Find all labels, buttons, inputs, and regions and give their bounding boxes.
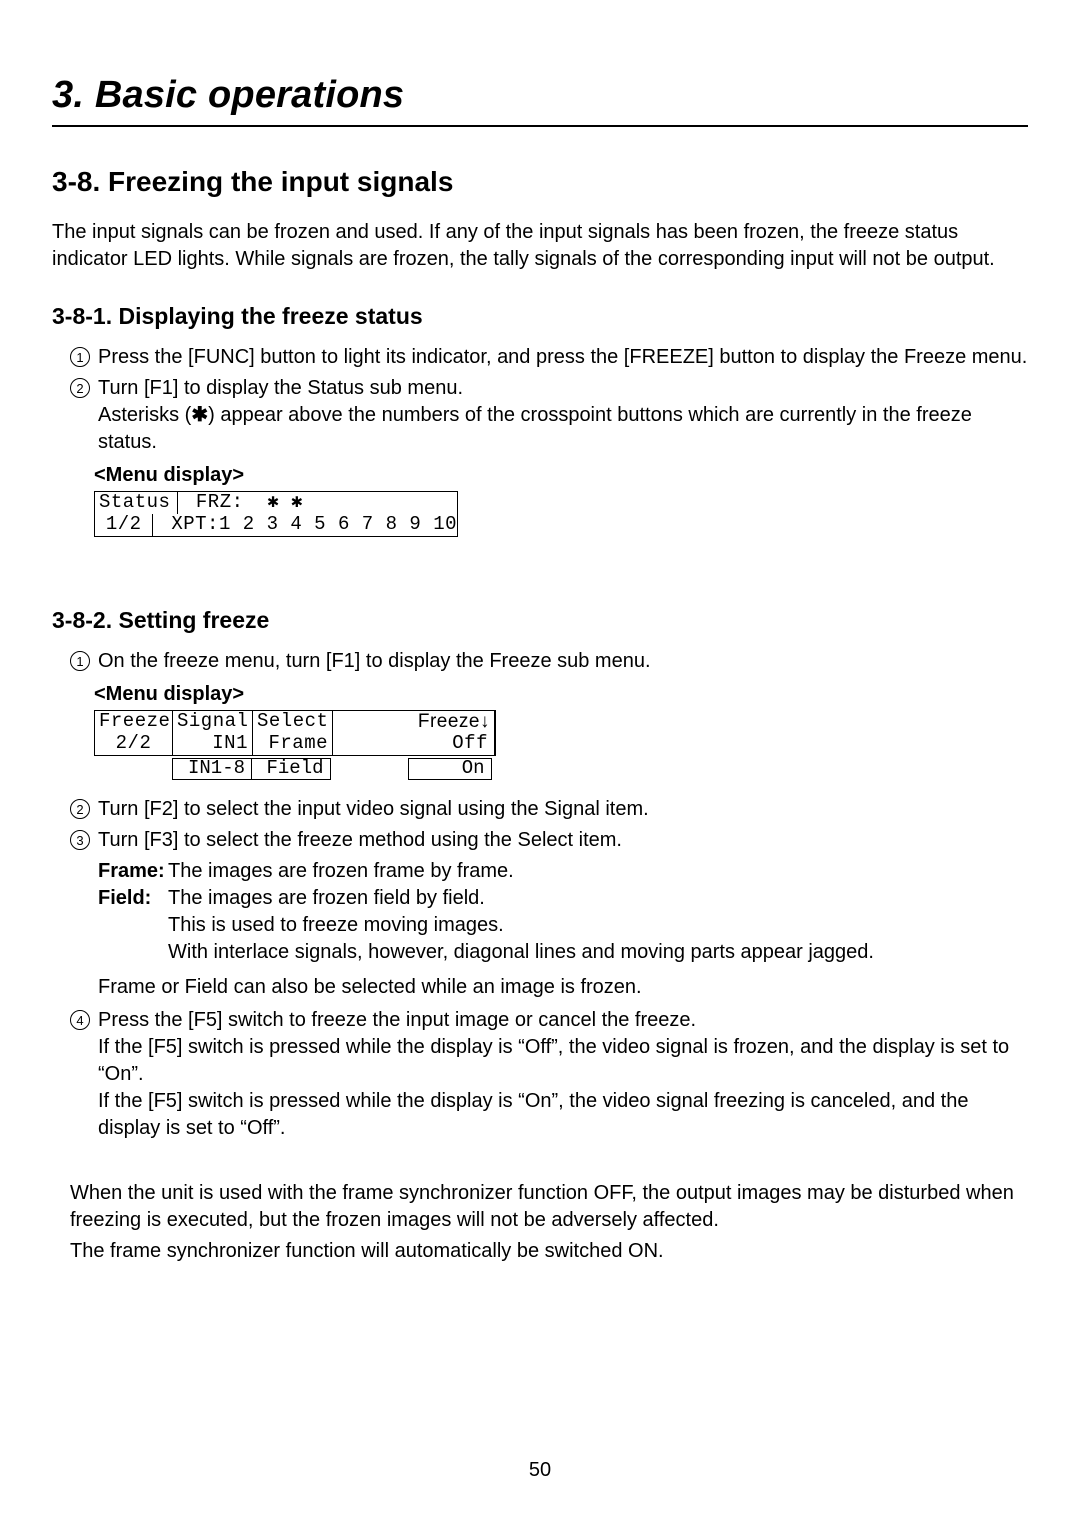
step-text: Turn [F1] to display the Status sub menu…: [98, 375, 1028, 456]
menu-display-label: <Menu display>: [94, 462, 1028, 489]
def-term-frame: Frame:: [98, 858, 168, 885]
menu-value: Off: [333, 733, 495, 755]
step-4: 4 Press the [F5] switch to freeze the in…: [70, 1007, 1028, 1142]
step4-line1: Press the [F5] switch to freeze the inpu…: [98, 1009, 696, 1031]
menu-header: Select: [253, 711, 333, 733]
menu-header: Signal: [173, 711, 253, 733]
step-text: Press the [FUNC] button to light its ind…: [98, 344, 1028, 371]
chapter-title: 3. Basic operations: [52, 70, 1028, 127]
menu-display-status: Status FRZ: ✱ ✱ 1/2 XPT:1 2 3 4 5 6 7 8 …: [94, 491, 458, 537]
step-2-line2-post: ) appear above the numbers of the crossp…: [98, 404, 972, 453]
step-number-icon: 4: [70, 1010, 90, 1030]
menu-cell: 1/2: [95, 514, 153, 536]
def-term-field: Field:: [98, 885, 168, 912]
step-text: Press the [F5] switch to freeze the inpu…: [98, 1007, 1028, 1142]
option-freeze: On: [408, 758, 492, 780]
asterisk-icon: ✱: [191, 404, 208, 426]
step-3: 3 Turn [F3] to select the freeze method …: [70, 827, 1028, 854]
step4-line2: If the [F5] switch is pressed while the …: [98, 1036, 1009, 1085]
step-2: 2 Turn [F1] to display the Status sub me…: [70, 375, 1028, 456]
step-number-icon: 1: [70, 347, 90, 367]
menu-cell: XPT:1 2 3 4 5 6 7 8 9 10: [153, 514, 457, 536]
option-signal: IN1-8: [172, 758, 252, 780]
step-number-icon: 1: [70, 651, 90, 671]
step-2b: 2 Turn [F2] to select the input video si…: [70, 796, 1028, 823]
menu-header: Freeze↓: [333, 711, 495, 733]
page-number: 50: [0, 1457, 1080, 1484]
closing-paragraph-1: When the unit is used with the frame syn…: [70, 1180, 1028, 1234]
step-1: 1 Press the [FUNC] button to light its i…: [70, 344, 1028, 371]
menu-cell: Status: [95, 492, 178, 514]
def-field-line3: With interlace signals, however, diagona…: [168, 939, 1028, 966]
subsection-2-title: 3-8-2. Setting freeze: [52, 605, 1028, 636]
step-2-line2-pre: Asterisks (: [98, 404, 191, 426]
option-select: Field: [251, 758, 331, 780]
menu-options-row: IN1-8 Field On: [94, 758, 1028, 780]
def-field-line2: This is used to freeze moving images.: [168, 912, 1028, 939]
step-number-icon: 3: [70, 830, 90, 850]
def-frame: The images are frozen frame by frame.: [168, 858, 1028, 885]
subsection-1-title: 3-8-1. Displaying the freeze status: [52, 301, 1028, 332]
menu-display-freeze: Freeze Signal Select Freeze↓ 2/2 IN1 Fra…: [94, 710, 496, 756]
menu-value: Frame: [253, 733, 333, 755]
menu-value: 2/2: [95, 733, 173, 755]
menu-display-label: <Menu display>: [94, 681, 1028, 708]
def-field-line1: The images are frozen field by field.: [168, 885, 1028, 912]
step-text: On the freeze menu, turn [F1] to display…: [98, 648, 1028, 675]
step-number-icon: 2: [70, 378, 90, 398]
step-2-line1: Turn [F1] to display the Status sub menu…: [98, 377, 463, 399]
step-1b: 1 On the freeze menu, turn [F1] to displ…: [70, 648, 1028, 675]
step4-line3: If the [F5] switch is pressed while the …: [98, 1090, 968, 1139]
step-text: Turn [F2] to select the input video sign…: [98, 796, 1028, 823]
definition-list: Frame: The images are frozen frame by fr…: [98, 858, 1028, 966]
note-frame-field: Frame or Field can also be selected whil…: [98, 974, 1028, 1001]
menu-cell: FRZ: ✱ ✱: [178, 492, 457, 514]
step-text: Turn [F3] to select the freeze method us…: [98, 827, 1028, 854]
closing-paragraph-2: The frame synchronizer function will aut…: [70, 1238, 1028, 1265]
menu-header: Freeze: [95, 711, 173, 733]
section-title: 3-8. Freezing the input signals: [52, 163, 1028, 201]
intro-paragraph: The input signals can be frozen and used…: [52, 219, 1028, 273]
step-number-icon: 2: [70, 799, 90, 819]
menu-value: IN1: [173, 733, 253, 755]
